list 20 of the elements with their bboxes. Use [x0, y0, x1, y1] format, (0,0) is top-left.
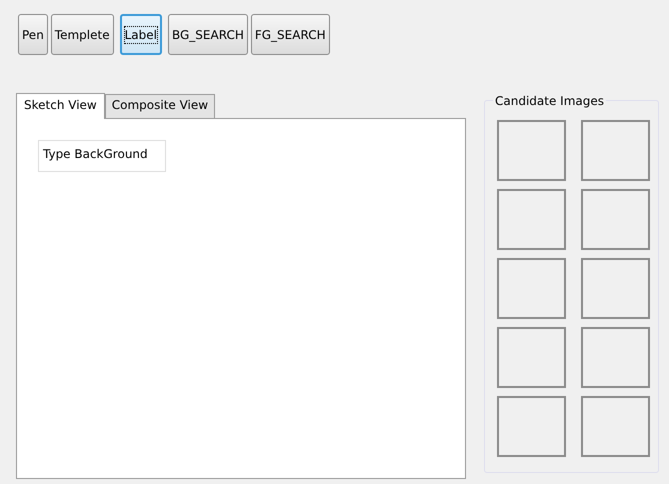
image-slot[interactable] [581, 327, 650, 388]
image-slot[interactable] [497, 189, 566, 250]
group-title: Candidate Images [493, 94, 606, 108]
toolbar-button[interactable]: BG_SEARCH [168, 14, 248, 55]
image-slot[interactable] [497, 120, 566, 181]
tab[interactable]: Sketch View [16, 93, 105, 119]
tab[interactable]: Composite View [104, 94, 216, 118]
image-slot[interactable] [581, 396, 650, 457]
toolbar-button[interactable]: FG_SEARCH [250, 14, 330, 55]
toolbar-button[interactable]: Pen [18, 14, 48, 55]
image-slot[interactable] [581, 120, 650, 181]
image-slot[interactable] [497, 258, 566, 319]
toolbar-button[interactable]: Templete [50, 14, 114, 55]
text-label[interactable]: Type BackGround [38, 140, 166, 172]
toolbar-button[interactable]: Label [120, 14, 162, 55]
image-slot[interactable] [581, 189, 650, 250]
image-slot[interactable] [497, 396, 566, 457]
image-slot[interactable] [581, 258, 650, 319]
image-slot[interactable] [497, 327, 566, 388]
sketch-canvas[interactable]: Type BackGround [16, 118, 466, 479]
